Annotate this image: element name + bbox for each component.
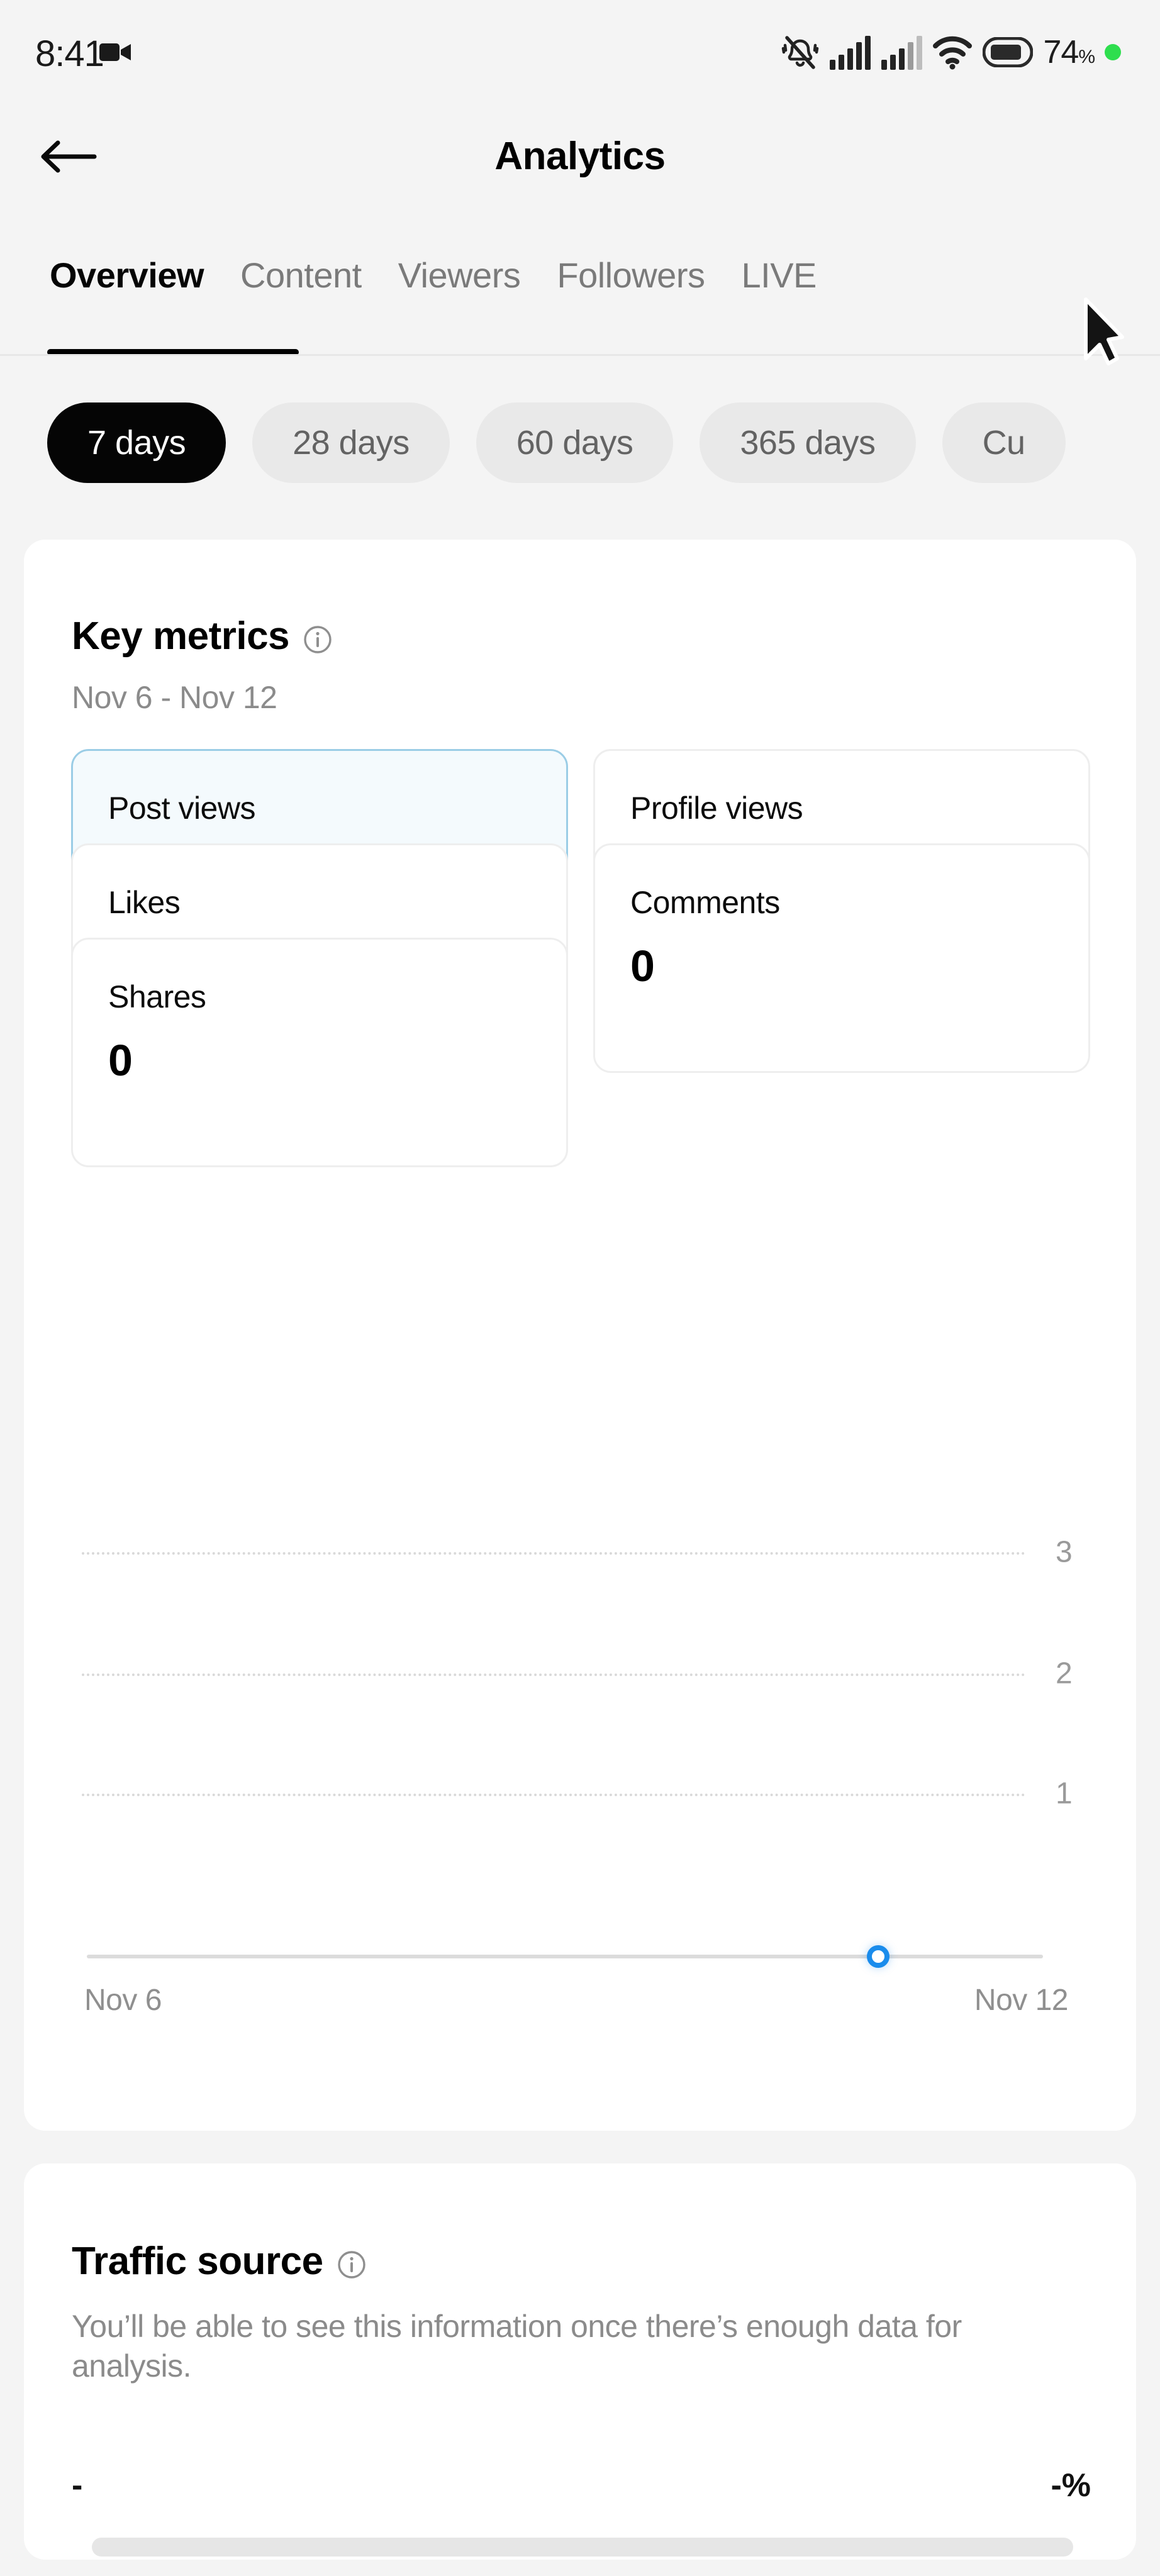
traffic-source-description: You’ll be able to see this information o…: [72, 2309, 962, 2384]
key-metrics-card: Key metrics Nov 6 - Nov 12 Post views 0 …: [24, 540, 1136, 2131]
metric-value: 0: [108, 1036, 133, 1085]
tab-live[interactable]: LIVE: [739, 255, 818, 296]
metric-label: Comments: [630, 885, 780, 920]
video-camera-icon: [99, 43, 131, 61]
chart-gridline: [82, 1552, 1025, 1555]
chart-y-tick-label: 1: [1056, 1777, 1073, 1811]
status-bar-indicators: 74%: [781, 30, 1121, 74]
tab-overview[interactable]: Overview: [47, 255, 206, 296]
metric-label: Post views: [108, 791, 255, 826]
status-bar-clock: 8:41: [35, 33, 104, 74]
chip-custom[interactable]: Cu: [942, 402, 1066, 483]
traffic-source-left-value: -: [72, 2467, 83, 2504]
app-header: Analytics: [0, 104, 1160, 204]
chart-x-tick-label-end: Nov 12: [974, 1984, 1069, 2017]
bell-muted-icon: [782, 36, 819, 69]
date-range-chip-row: 7 days 28 days 60 days 365 days Cu: [47, 402, 1066, 483]
traffic-source-card: Traffic source You’ll be able to see thi…: [24, 2163, 1136, 2560]
system-nav-area: [0, 2566, 1160, 2576]
chip-7-days[interactable]: 7 days: [47, 402, 226, 483]
traffic-source-header: Traffic source: [72, 2239, 366, 2284]
traffic-source-value-row: - -%: [72, 2467, 1091, 2504]
traffic-source-title: Traffic source: [72, 2240, 323, 2283]
status-bar: 8:41 74%: [0, 0, 1160, 104]
chart-x-axis-line: [87, 1955, 1043, 1958]
traffic-source-progress-bar: [92, 2538, 1073, 2557]
date-range-selector: 7 days 28 days 60 days 365 days Cu: [0, 374, 1160, 509]
info-circle-icon[interactable]: [303, 625, 332, 654]
green-status-dot: [1105, 44, 1121, 60]
key-metrics-date-subtitle: Nov 6 - Nov 12: [72, 680, 277, 715]
chart-data-point-marker[interactable]: [867, 1945, 890, 1968]
metric-card-shares[interactable]: Shares 0: [71, 938, 568, 1167]
cellular-signal-icon: [881, 36, 923, 70]
traffic-source-right-value: -%: [1051, 2467, 1091, 2504]
metric-label: Likes: [108, 885, 181, 920]
key-metrics-header: Key metrics: [72, 614, 332, 658]
chip-28-days[interactable]: 28 days: [252, 402, 450, 483]
battery-percent: 74%: [1043, 34, 1095, 70]
metric-value: 0: [630, 941, 655, 991]
post-views-line-chart[interactable]: 3 2 1 Nov 6 Nov 12: [24, 1143, 1136, 2087]
metric-label: Profile views: [630, 791, 803, 826]
battery-icon: [983, 37, 1034, 67]
wifi-icon: [933, 36, 973, 70]
analytics-tab-bar: Overview Content Viewers Followers LIVE: [0, 255, 1160, 356]
tab-content[interactable]: Content: [238, 255, 364, 296]
chart-gridline: [82, 1674, 1025, 1676]
metric-card-comments[interactable]: Comments 0: [593, 843, 1090, 1073]
chart-y-tick-label: 3: [1056, 1535, 1073, 1569]
page-title: Analytics: [494, 135, 666, 178]
chip-60-days[interactable]: 60 days: [476, 402, 674, 483]
chart-gridline: [82, 1794, 1025, 1796]
metric-label: Shares: [108, 979, 206, 1014]
chip-365-days[interactable]: 365 days: [700, 402, 916, 483]
tab-bar-divider: [0, 354, 1160, 356]
tab-viewers[interactable]: Viewers: [396, 255, 523, 296]
cellular-signal-icon: [830, 36, 871, 70]
tab-followers[interactable]: Followers: [554, 255, 707, 296]
info-circle-icon[interactable]: [337, 2250, 366, 2279]
phone-screen: 8:41 74% Analytics Overview Content View…: [0, 0, 1160, 2576]
chart-x-tick-label-start: Nov 6: [84, 1984, 162, 2017]
chart-y-tick-label: 2: [1056, 1657, 1073, 1690]
tabs-row: Overview Content Viewers Followers LIVE: [47, 255, 819, 296]
key-metrics-title: Key metrics: [72, 614, 290, 658]
